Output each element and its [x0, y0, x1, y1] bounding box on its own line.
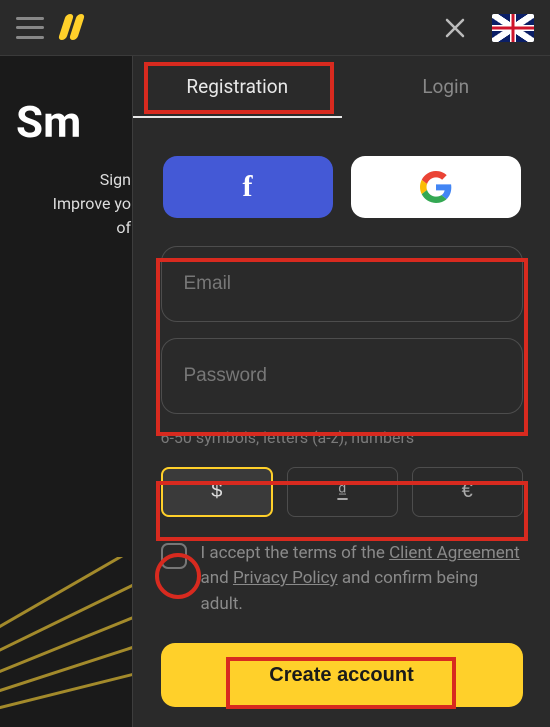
currency-option-vnd[interactable]: ₫	[287, 467, 398, 517]
facebook-icon: f	[243, 170, 253, 204]
hero-title: Sm	[16, 96, 131, 148]
currency-usd-label: $	[211, 480, 222, 503]
terms-row: I accept the terms of the Client Agreeme…	[161, 541, 523, 618]
menu-icon[interactable]	[16, 17, 44, 39]
google-icon	[420, 171, 452, 203]
close-icon[interactable]	[442, 15, 468, 41]
topbar-right	[442, 14, 534, 42]
email-field[interactable]	[161, 246, 523, 322]
currency-vnd-label: ₫	[337, 480, 347, 503]
language-flag-uk-icon[interactable]	[492, 14, 534, 42]
terms-text: I accept the terms of the Client Agreeme…	[201, 541, 523, 618]
auth-panel: Registration Login f	[132, 56, 550, 727]
panel-body: f 6-50 symbols, letters (a-z), numbers	[133, 118, 550, 727]
google-login-button[interactable]	[351, 156, 521, 218]
hero-subtitle: Sign Improve yo of	[16, 168, 131, 240]
currency-option-usd[interactable]: $	[161, 467, 274, 517]
create-account-label: Create account	[269, 664, 414, 686]
tab-registration[interactable]: Registration	[133, 56, 342, 118]
tab-login-label: Login	[422, 75, 469, 98]
terms-checkbox[interactable]	[161, 543, 187, 569]
create-account-button[interactable]: Create account	[161, 643, 523, 707]
client-agreement-link[interactable]: Client Agreement	[389, 543, 520, 563]
password-hint: 6-50 symbols, letters (a-z), numbers	[161, 428, 523, 447]
tab-registration-label: Registration	[186, 75, 288, 98]
currency-option-eur[interactable]: €	[412, 467, 523, 517]
facebook-login-button[interactable]: f	[163, 156, 333, 218]
brand-logo-icon[interactable]	[58, 14, 86, 42]
hero-background: Sm Sign Improve yo of	[0, 56, 135, 240]
auth-tabs: Registration Login	[133, 56, 550, 118]
top-bar	[0, 0, 550, 56]
social-login-row: f	[159, 156, 524, 218]
currency-selector: $ ₫ €	[161, 467, 523, 517]
tab-login[interactable]: Login	[342, 56, 550, 118]
privacy-policy-link[interactable]: Privacy Policy	[233, 568, 338, 588]
password-field[interactable]	[161, 338, 523, 414]
topbar-left	[16, 14, 86, 42]
currency-eur-label: €	[462, 480, 473, 503]
credential-fields	[161, 246, 523, 414]
